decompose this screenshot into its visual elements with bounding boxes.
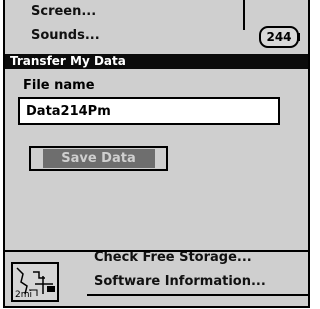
map-thumbnail: 2mi — [11, 262, 59, 302]
transfer-dialog: Transfer My Data File name Save Data — [5, 54, 308, 252]
divider — [87, 294, 308, 296]
file-name-input[interactable] — [18, 97, 280, 125]
map-scale-label: 2mi — [15, 290, 32, 300]
status-badge: 244 — [259, 26, 299, 48]
dialog-title: Transfer My Data — [5, 54, 308, 69]
save-data-label: Save Data — [42, 149, 155, 168]
device-screen: Screen... Sounds... 244 Check Free Stora… — [3, 0, 310, 308]
menu-item-check-free-storage[interactable]: Check Free Storage... — [94, 250, 252, 265]
badge-tick — [298, 33, 306, 41]
file-name-label: File name — [23, 78, 95, 93]
save-data-button[interactable]: Save Data — [29, 146, 168, 171]
menu-item-screen[interactable]: Screen... — [31, 4, 96, 19]
divider — [243, 0, 245, 30]
menu-item-sounds[interactable]: Sounds... — [31, 28, 100, 43]
menu-item-software-information[interactable]: Software Information... — [94, 274, 266, 289]
